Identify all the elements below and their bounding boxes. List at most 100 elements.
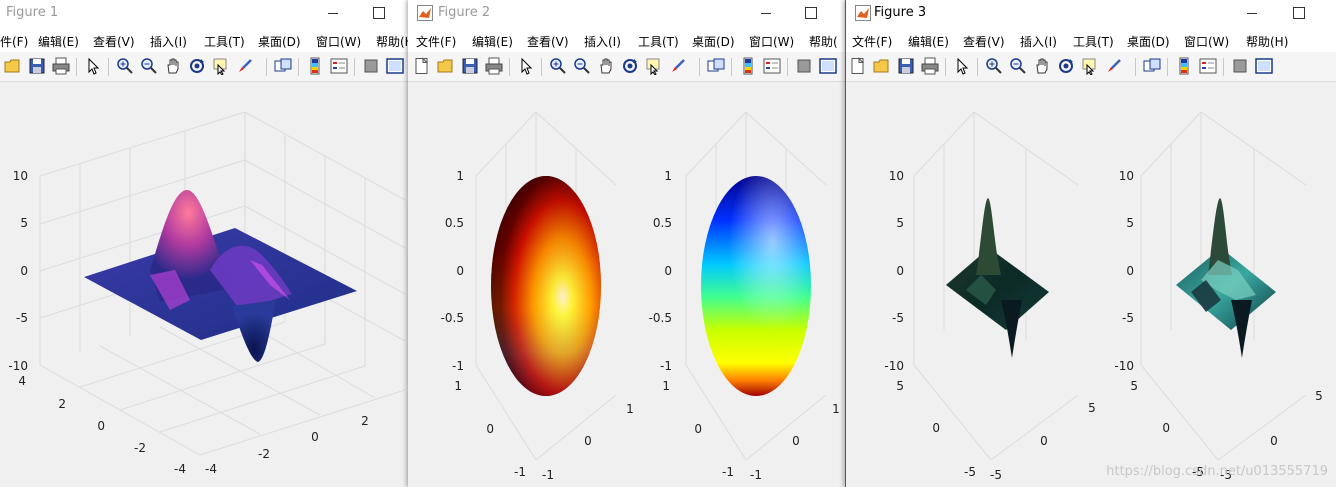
link-icon[interactable] — [1143, 57, 1161, 75]
y-axis-ticks: 4 2 0 -2 -4 — [18, 374, 186, 476]
menu-view[interactable]: 查看(V) — [527, 33, 569, 50]
new-icon[interactable] — [413, 57, 431, 75]
link-icon[interactable] — [274, 57, 292, 75]
open-icon[interactable] — [4, 57, 22, 75]
maximize-button[interactable] — [1288, 2, 1310, 24]
menu-edit[interactable]: 编辑(E) — [908, 33, 949, 50]
show-icon[interactable] — [819, 57, 837, 75]
hide-icon[interactable] — [362, 57, 380, 75]
y-tick: 0 — [486, 422, 494, 436]
brush-icon[interactable] — [669, 57, 687, 75]
print-icon[interactable] — [921, 57, 939, 75]
menu-help[interactable]: 帮助(H) — [1246, 33, 1288, 50]
brush-icon[interactable] — [236, 57, 254, 75]
colorbar-icon[interactable] — [1175, 57, 1193, 75]
menu-insert[interactable]: 插入(I) — [1020, 33, 1057, 50]
toolbar-separator — [977, 58, 978, 76]
data-cursor-icon[interactable] — [212, 57, 230, 75]
z-axis-ticks-right: 1 0.5 0 -0.5 -1 — [649, 169, 672, 373]
save-icon[interactable] — [897, 57, 915, 75]
title-bar[interactable]: Figure 3 — [846, 0, 1336, 28]
title-bar[interactable]: Figure 2 — [408, 0, 845, 28]
pan-icon[interactable] — [164, 57, 182, 75]
colorbar-icon[interactable] — [739, 57, 757, 75]
menu-tools[interactable]: 工具(T) — [638, 33, 679, 50]
pointer-icon[interactable] — [84, 57, 102, 75]
print-icon[interactable] — [52, 57, 70, 75]
show-icon[interactable] — [386, 57, 404, 75]
pointer-icon[interactable] — [953, 57, 971, 75]
z-tick: 10 — [13, 169, 28, 183]
menu-insert[interactable]: 插入(I) — [150, 33, 187, 50]
menu-view[interactable]: 查看(V) — [93, 33, 135, 50]
maximize-button[interactable] — [368, 2, 390, 24]
legend-icon[interactable] — [330, 57, 348, 75]
show-icon[interactable] — [1255, 57, 1273, 75]
open-icon[interactable] — [437, 57, 455, 75]
brush-icon[interactable] — [1105, 57, 1123, 75]
pan-icon[interactable] — [1033, 57, 1051, 75]
save-icon[interactable] — [461, 57, 479, 75]
hide-icon[interactable] — [795, 57, 813, 75]
toolbar-separator — [354, 58, 355, 76]
x-axis-ticks-right: -1 0 1 — [750, 402, 840, 482]
menu-desktop[interactable]: 桌面(D) — [692, 33, 735, 50]
menu-file[interactable]: 文件(F) — [416, 33, 456, 50]
data-cursor-icon[interactable] — [645, 57, 663, 75]
legend-icon[interactable] — [1199, 57, 1217, 75]
menu-edit[interactable]: 编辑(E) — [472, 33, 513, 50]
menu-edit[interactable]: 编辑(E) — [38, 33, 79, 50]
colorbar-icon[interactable] — [306, 57, 324, 75]
zoom-out-icon[interactable] — [140, 57, 158, 75]
data-cursor-icon[interactable] — [1081, 57, 1099, 75]
rotate-icon[interactable] — [621, 57, 639, 75]
rotate-icon[interactable] — [188, 57, 206, 75]
zoom-in-icon[interactable] — [549, 57, 567, 75]
menu-desktop[interactable]: 桌面(D) — [258, 33, 301, 50]
z-axis-ticks: 10 5 0 -5 -10 — [8, 169, 28, 373]
open-icon[interactable] — [873, 57, 891, 75]
surface-plots-fig3[interactable]: 10 5 0 -5 -10 5 0 -5 -5 0 5 10 5 0 -5 -1… — [846, 82, 1336, 487]
menu-view[interactable]: 查看(V) — [963, 33, 1005, 50]
minimize-button[interactable] — [1241, 2, 1263, 24]
zoom-in-icon[interactable] — [116, 57, 134, 75]
zoom-out-icon[interactable] — [573, 57, 591, 75]
legend-icon[interactable] — [763, 57, 781, 75]
menu-help[interactable]: 帮助(H — [376, 33, 410, 50]
ellipsoid-plots[interactable]: 1 0.5 0 -0.5 -1 1 0 -1 -1 0 1 1 0.5 0 -0… — [408, 82, 845, 487]
pan-icon[interactable] — [597, 57, 615, 75]
surface-plot-peaks[interactable]: 10 5 0 -5 -10 4 2 0 -2 -4 -4 -2 0 2 — [0, 82, 410, 487]
save-icon[interactable] — [28, 57, 46, 75]
link-icon[interactable] — [707, 57, 725, 75]
z-tick: 0 — [20, 264, 28, 278]
y-axis-ticks-left: 5 0 -5 — [896, 379, 976, 479]
title-bar[interactable]: Figure 1 — [0, 0, 410, 28]
menu-window[interactable]: 窗口(W) — [316, 33, 361, 50]
menu-insert[interactable]: 插入(I) — [584, 33, 621, 50]
pointer-icon[interactable] — [517, 57, 535, 75]
new-icon[interactable] — [849, 57, 867, 75]
menu-desktop[interactable]: 桌面(D) — [1127, 33, 1170, 50]
menu-file[interactable]: 件(F) — [0, 33, 28, 50]
rotate-icon[interactable] — [1057, 57, 1075, 75]
toolbar-separator — [699, 58, 700, 76]
zoom-out-icon[interactable] — [1009, 57, 1027, 75]
window-title: Figure 3 — [874, 5, 927, 20]
toolbar-separator — [1223, 58, 1224, 76]
z-tick: 0 — [664, 264, 672, 278]
menu-tools[interactable]: 工具(T) — [1073, 33, 1114, 50]
menu-file[interactable]: 文件(F) — [852, 33, 892, 50]
menu-window[interactable]: 窗口(W) — [1184, 33, 1229, 50]
minimize-button[interactable] — [322, 2, 344, 24]
x-axis-ticks-left: -1 0 1 — [542, 402, 634, 482]
menu-tools[interactable]: 工具(T) — [204, 33, 245, 50]
menu-help[interactable]: 帮助( — [809, 33, 838, 50]
menu-window[interactable]: 窗口(W) — [749, 33, 794, 50]
zoom-in-icon[interactable] — [985, 57, 1003, 75]
x-tick: 0 — [792, 434, 800, 448]
maximize-button[interactable] — [800, 2, 822, 24]
hide-icon[interactable] — [1231, 57, 1249, 75]
z-tick: -10 — [884, 359, 904, 373]
print-icon[interactable] — [485, 57, 503, 75]
minimize-button[interactable] — [755, 2, 777, 24]
